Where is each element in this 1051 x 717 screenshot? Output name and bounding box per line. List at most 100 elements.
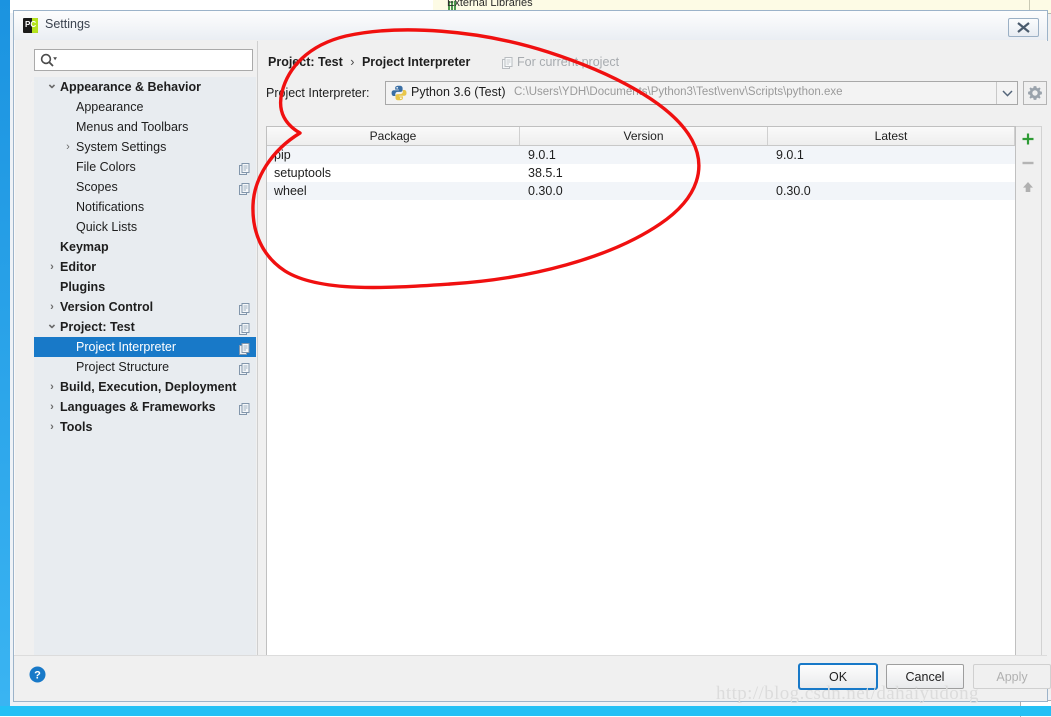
column-header-latest[interactable]: Latest <box>768 127 1015 145</box>
sidebar-item-appearance-behavior[interactable]: ⌄ Appearance & Behavior <box>34 77 256 97</box>
sidebar-item-tools[interactable]: › Tools <box>34 417 256 437</box>
sidebar-item-label: Tools <box>60 420 93 434</box>
cell-package: wheel <box>274 184 307 198</box>
apply-button: Apply <box>973 664 1051 689</box>
cell-package: pip <box>274 148 291 162</box>
sidebar-item-label: Scopes <box>76 180 118 194</box>
ide-left-accent-bar <box>0 0 10 706</box>
sidebar-item-label: Notifications <box>76 200 145 214</box>
sidebar-item-label: Project Structure <box>76 360 170 374</box>
minus-icon <box>1022 161 1034 165</box>
sidebar-item-project-interpreter[interactable]: Project Interpreter <box>34 337 256 357</box>
chevron-right-icon[interactable]: › <box>46 397 58 417</box>
arrow-up-icon <box>1023 182 1033 192</box>
sidebar-item-keymap[interactable]: Keymap <box>34 237 256 257</box>
close-glyph <box>1017 22 1030 33</box>
copy-icon <box>502 57 513 69</box>
cell-version: 38.5.1 <box>528 166 563 180</box>
chevron-down-icon[interactable]: ⌄ <box>46 317 58 331</box>
breadcrumb-leaf: Project Interpreter <box>361 55 471 69</box>
sidebar-item-quick-lists[interactable]: Quick Lists <box>34 217 256 237</box>
cell-package: setuptools <box>274 166 331 180</box>
sidebar-item-label: System Settings <box>76 140 167 154</box>
ide-tree-label: External Libraries <box>447 0 533 9</box>
remove-package-button[interactable] <box>1016 151 1040 175</box>
search-box[interactable] <box>34 49 253 72</box>
pycharm-icon: PC <box>23 18 38 33</box>
sidebar-item-label: Project Interpreter <box>76 340 177 354</box>
sidebar-item-version-control[interactable]: › Version Control <box>34 297 256 317</box>
sidebar-item-label: Version Control <box>60 300 154 314</box>
close-icon[interactable] <box>1008 18 1039 37</box>
cell-latest: 9.0.1 <box>776 148 804 162</box>
cancel-button[interactable]: Cancel <box>886 664 964 689</box>
sidebar-item-languages-frameworks[interactable]: › Languages & Frameworks <box>34 397 256 417</box>
sidebar-item-label: File Colors <box>76 160 136 174</box>
help-icon[interactable]: ? <box>29 666 46 683</box>
cell-version: 9.0.1 <box>528 148 556 162</box>
copy-icon <box>239 321 250 335</box>
plus-icon <box>1022 133 1034 145</box>
dialog-titlebar: PC Settings <box>14 11 1047 40</box>
breadcrumb-root[interactable]: Project: Test <box>268 55 343 69</box>
breadcrumb-separator: › <box>350 55 355 69</box>
sidebar-item-plugins[interactable]: Plugins <box>34 277 256 297</box>
ide-taskbar <box>0 706 1051 716</box>
dialog-title: Settings <box>45 17 91 31</box>
search-input[interactable] <box>61 50 253 72</box>
sidebar-item-label: Build, Execution, Deployment <box>60 380 237 394</box>
sidebar-item-build-execution-deployment[interactable]: › Build, Execution, Deployment <box>34 377 256 397</box>
sidebar-item-label: Menus and Toolbars <box>76 120 189 134</box>
copy-icon <box>239 301 250 315</box>
table-row[interactable]: setuptools 38.5.1 <box>267 164 1015 182</box>
copy-icon <box>239 401 250 415</box>
settings-sidebar[interactable]: ⌄ Appearance & Behavior Appearance Menus an… <box>34 77 256 672</box>
upgrade-package-button[interactable] <box>1016 175 1040 199</box>
chevron-right-icon[interactable]: › <box>46 377 58 397</box>
search-icon <box>40 53 58 68</box>
copy-icon <box>239 361 250 375</box>
sidebar-item-project-structure[interactable]: Project Structure <box>34 357 256 377</box>
ok-button[interactable]: OK <box>798 663 878 690</box>
table-row[interactable]: wheel 0.30.0 0.30.0 <box>267 182 1015 200</box>
chevron-right-icon[interactable]: › <box>46 297 58 317</box>
chevron-right-icon[interactable]: › <box>62 137 74 157</box>
settings-dialog: PC Settings ⌄ Appearance & Behavior Appear… <box>13 10 1051 702</box>
content-pane: Project: Test › Project Interpreter For … <box>258 41 1048 672</box>
column-header-version[interactable]: Version <box>520 127 768 145</box>
sidebar-item-appearance[interactable]: Appearance <box>34 97 256 117</box>
sidebar-item-notifications[interactable]: Notifications <box>34 197 256 217</box>
sidebar-item-system-settings[interactable]: › System Settings <box>34 137 256 157</box>
sidebar-item-label: Editor <box>60 260 97 274</box>
column-header-package[interactable]: Package <box>267 127 520 145</box>
packages-toolbar <box>1016 126 1042 661</box>
scope-note: For current project <box>517 55 620 69</box>
sidebar-item-label: Keymap <box>60 240 109 254</box>
copy-icon <box>239 181 250 195</box>
chevron-right-icon[interactable]: › <box>46 257 58 277</box>
chevron-right-icon[interactable]: › <box>46 417 58 437</box>
chevron-down-icon[interactable] <box>996 82 1017 104</box>
cell-latest: 0.30.0 <box>776 184 811 198</box>
chevron-down-icon[interactable]: ⌄ <box>46 77 58 91</box>
copy-icon <box>239 341 250 355</box>
packages-table[interactable]: Package Version Latest pip 9.0.1 9.0.1 setupt… <box>266 126 1016 661</box>
sidebar-item-label: Plugins <box>60 280 106 294</box>
table-header-row: Package Version Latest <box>267 127 1015 146</box>
sidebar-item-project-test[interactable]: ⌄ Project: Test <box>34 317 256 337</box>
sidebar-item-editor[interactable]: › Editor <box>34 257 256 277</box>
add-package-button[interactable] <box>1016 127 1040 151</box>
sidebar-item-label: Quick Lists <box>76 220 138 234</box>
sidebar-item-file-colors[interactable]: File Colors <box>34 157 256 177</box>
dialog-footer: ? OK Cancel Apply <box>14 655 1051 701</box>
sidebar-item-label: Languages & Frameworks <box>60 400 216 414</box>
python-icon <box>391 85 407 101</box>
sidebar-item-menus-and-toolbars[interactable]: Menus and Toolbars <box>34 117 256 137</box>
sidebar-item-scopes[interactable]: Scopes <box>34 177 256 197</box>
sidebar-item-label: Project: Test <box>60 320 135 334</box>
table-body[interactable]: pip 9.0.1 9.0.1 setuptools 38.5.1 wheel 0.30.0… <box>267 146 1015 200</box>
copy-icon <box>239 161 250 175</box>
gear-icon[interactable] <box>1023 81 1047 105</box>
interpreter-combobox[interactable]: Python 3.6 (Test) C:\Users\YDH\Documents… <box>385 81 1018 105</box>
table-row[interactable]: pip 9.0.1 9.0.1 <box>267 146 1015 164</box>
